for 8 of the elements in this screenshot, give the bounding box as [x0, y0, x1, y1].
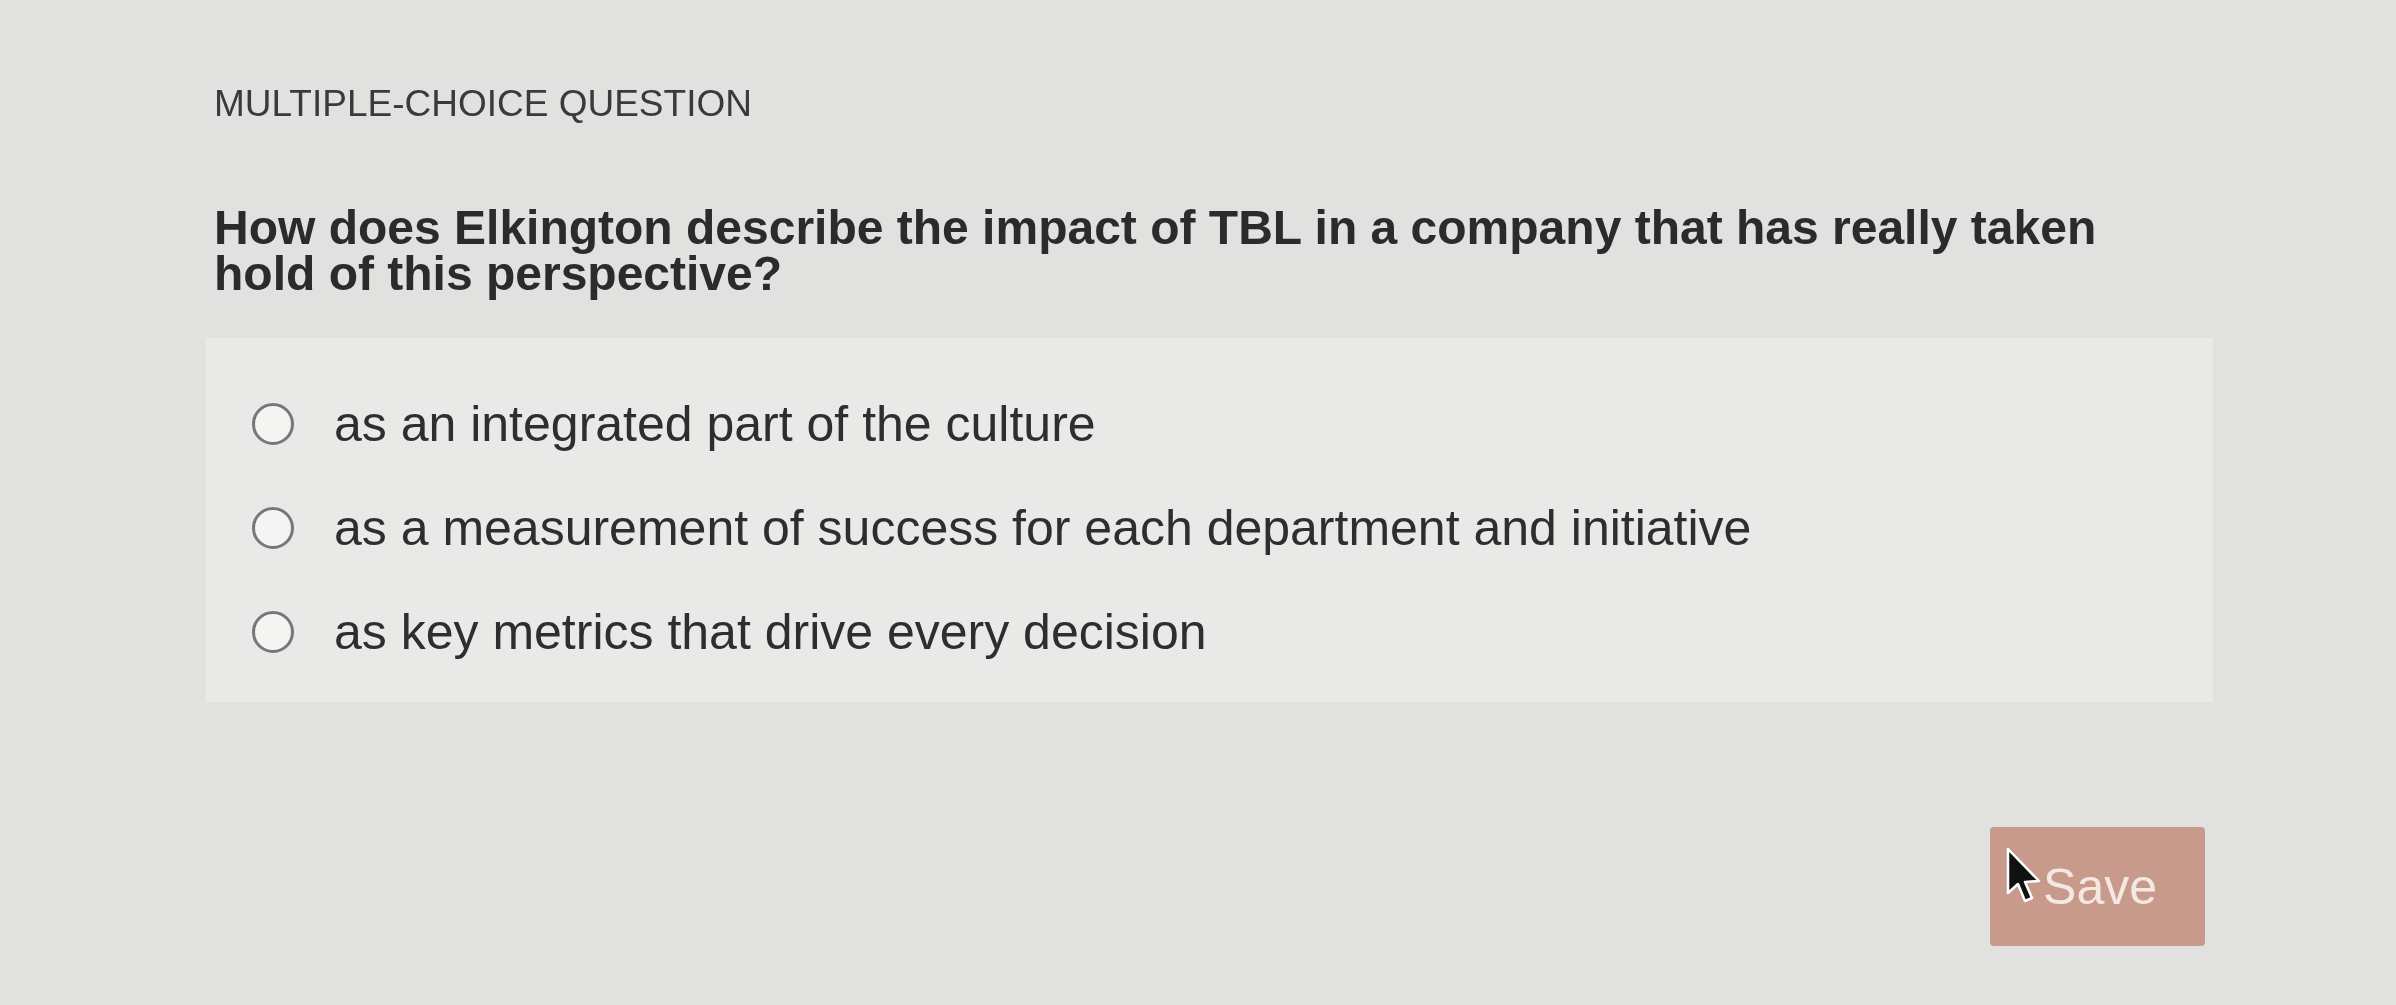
answer-option[interactable]: as an integrated part of the culture [252, 394, 1096, 454]
answer-option[interactable]: as a measurement of success for each department and initiative [252, 498, 1752, 558]
mouse-pointer-icon [2006, 847, 2042, 903]
answer-option[interactable]: as key metrics that drive every decision [252, 602, 1207, 662]
question-type-label: MULTIPLE-CHOICE QUESTION [214, 83, 752, 125]
radio-button[interactable] [252, 507, 294, 549]
radio-button[interactable] [252, 611, 294, 653]
radio-button[interactable] [252, 403, 294, 445]
